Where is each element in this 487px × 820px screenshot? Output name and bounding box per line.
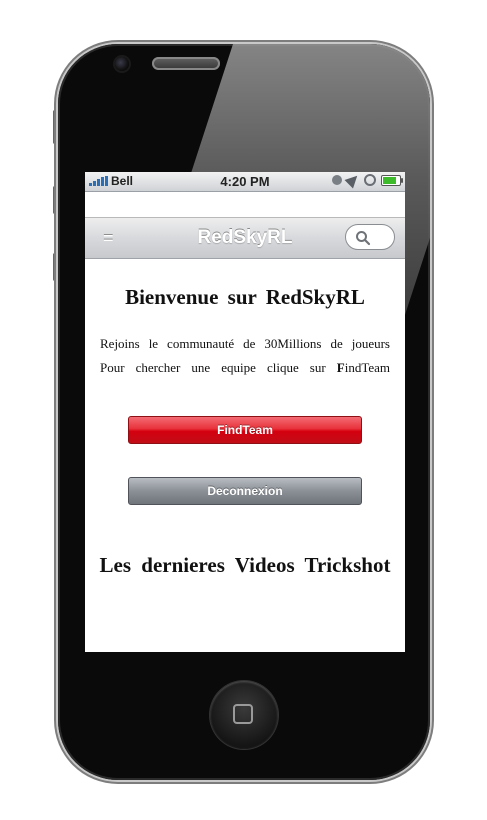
intro-text: Rejoins le communauté de 30Millions de j…: [100, 332, 390, 380]
app-header: = RedSkyRL: [85, 217, 405, 259]
earpiece-speaker: [152, 57, 220, 70]
home-square-icon: [233, 704, 253, 724]
intro-line-1: Rejoins le communauté de 30Millions de j…: [100, 336, 390, 351]
intro-line-2-prefix: Pour chercher une equipe clique sur: [100, 360, 337, 375]
status-icons: [332, 172, 403, 189]
battery-icon: [381, 174, 403, 186]
intro-line-2-suffix: indTeam: [344, 360, 390, 375]
search-button[interactable]: [345, 224, 395, 250]
findteam-button[interactable]: FindTeam: [128, 416, 362, 444]
videos-heading: Les dernieres Videos Trickshot: [99, 553, 391, 577]
home-button[interactable]: [210, 681, 278, 749]
logout-button[interactable]: Deconnexion: [128, 477, 362, 505]
search-icon: [356, 231, 371, 246]
welcome-heading: Bienvenue sur RedSkyRL: [125, 285, 365, 309]
front-camera: [115, 57, 129, 71]
rotation-lock-icon: [364, 174, 376, 186]
main-content: Bienvenue sur RedSkyRL Rejoins le commun…: [85, 259, 405, 578]
top-spacer: [85, 192, 405, 217]
phone-screen: Bell 4:20 PM = RedSkyRL Bienvenue sur Re…: [85, 172, 405, 652]
intro-line-2: Pour chercher une equipe clique sur Find…: [100, 356, 390, 380]
intro-line-2-bold: F: [336, 360, 345, 375]
status-bar: Bell 4:20 PM: [85, 172, 405, 192]
orientation-lock-icon: [332, 175, 342, 185]
